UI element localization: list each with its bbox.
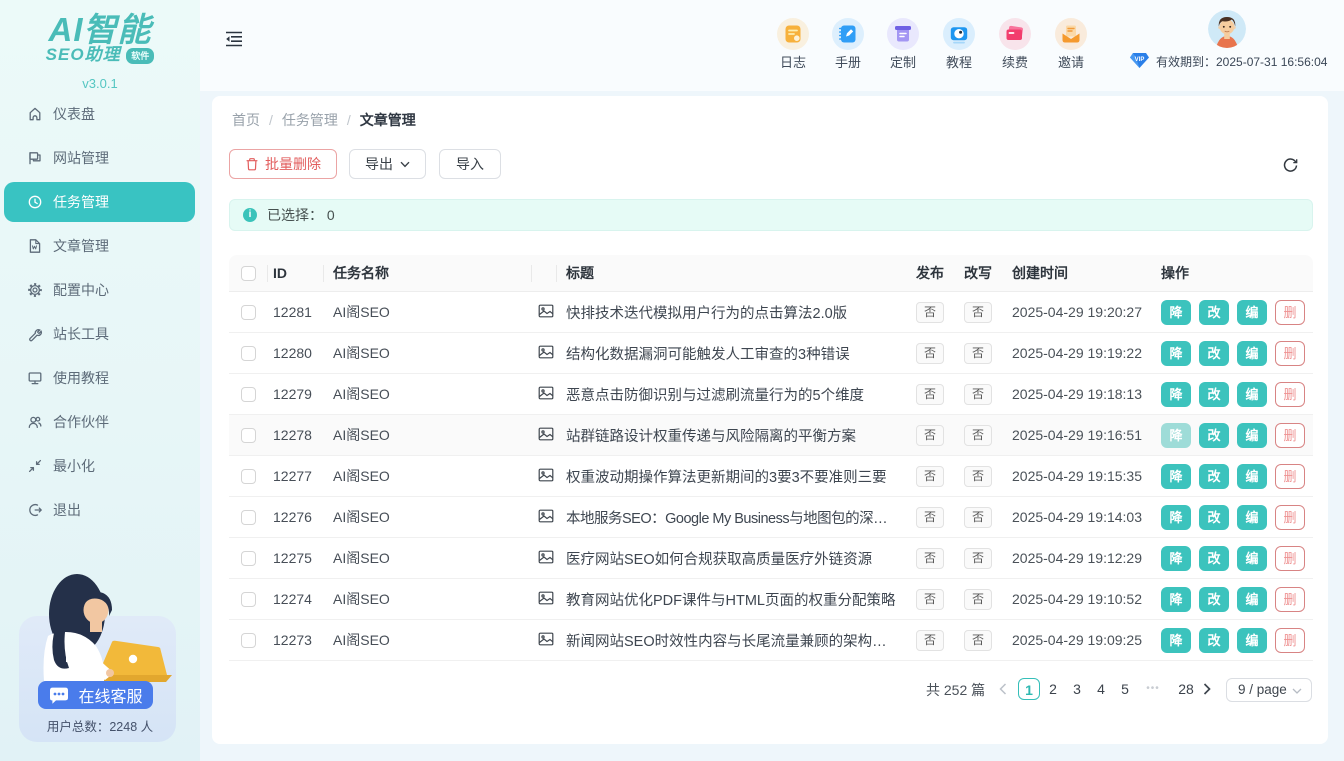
svg-text:VIP: VIP — [1135, 57, 1145, 63]
